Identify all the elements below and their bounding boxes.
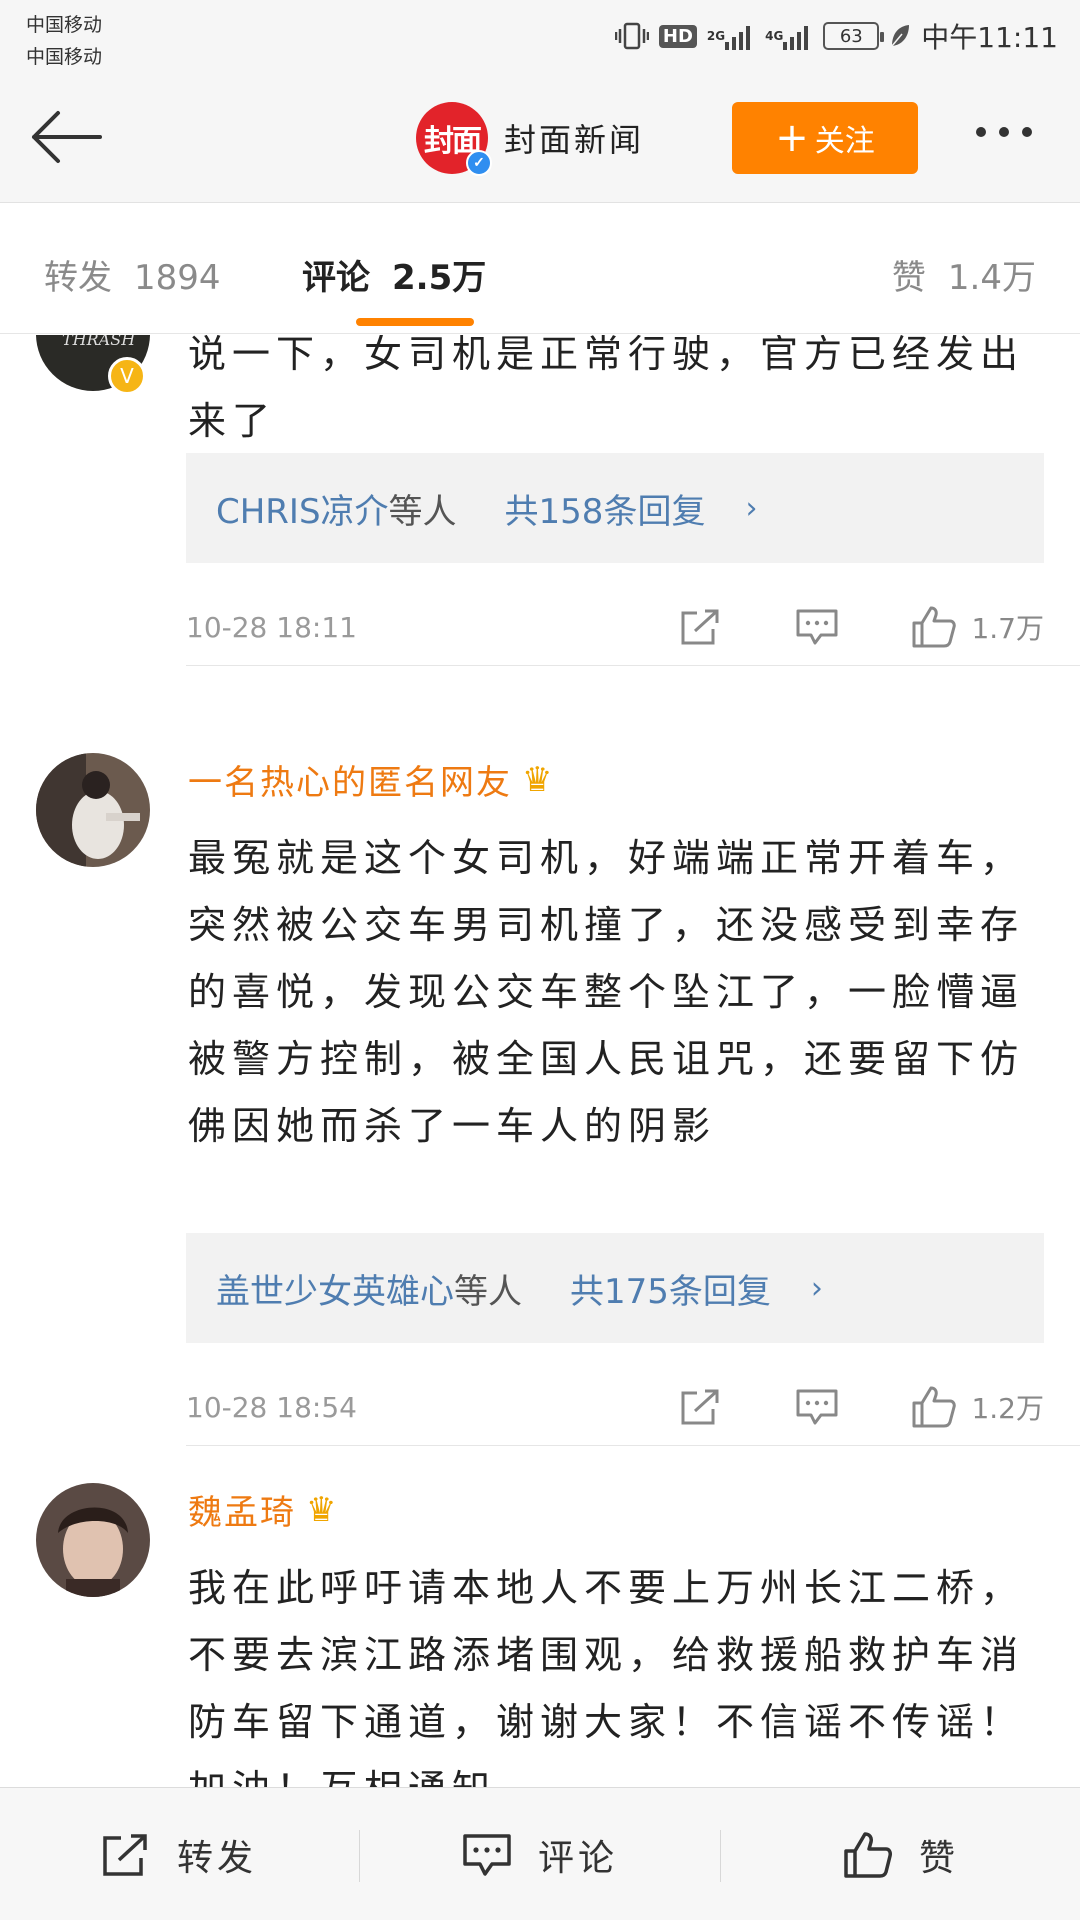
reply-suffix: 等人 — [454, 1271, 522, 1312]
leaf-icon — [889, 23, 911, 49]
reply-summary[interactable]: CHRIS凉介 等人 共158条回复 › — [186, 453, 1044, 563]
follow-button[interactable]: + 关注 — [732, 102, 918, 174]
avatar[interactable] — [36, 753, 150, 867]
username-text[interactable]: 一名热心的匿名网友 — [188, 755, 512, 804]
svg-text:THRASH: THRASH — [62, 335, 136, 349]
comment-meta: 10-28 18:54 1.2万 — [186, 1377, 1044, 1437]
reply-summary[interactable]: 盖世少女英雄心 等人 共175条回复 › — [186, 1233, 1044, 1343]
comment-username[interactable]: 魏孟琦 ♛ — [188, 1485, 338, 1534]
active-tab-indicator — [356, 318, 474, 326]
separator — [359, 1830, 360, 1882]
thumbs-up-icon — [844, 1831, 892, 1878]
verified-icon: ✓ — [466, 150, 492, 176]
comment-icon — [463, 1833, 511, 1876]
thumbs-up-icon — [912, 1386, 957, 1428]
share-icon — [103, 1833, 147, 1876]
account-logo[interactable]: 封面 ✓ — [416, 102, 492, 176]
separator — [720, 1830, 721, 1882]
top-navigation-bar: 封面 ✓ 封面新闻 + 关注 — [0, 75, 1080, 203]
tab-comments-label: 评论 — [302, 258, 370, 298]
comment-meta: 10-28 18:11 1.7万 — [186, 597, 1044, 657]
tab-likes-label: 赞 — [891, 258, 926, 298]
timestamp: 10-28 18:11 — [186, 610, 357, 644]
tab-likes-count: 1.4万 — [947, 258, 1036, 298]
more-icon[interactable] — [976, 127, 1032, 137]
network-type-2: 4G — [765, 29, 784, 43]
share-icon[interactable] — [679, 607, 723, 647]
divider — [186, 1445, 1080, 1446]
comment-label: 评论 — [537, 1837, 618, 1879]
like-button[interactable]: 赞 — [722, 1788, 1080, 1920]
comment-icon[interactable] — [795, 607, 839, 647]
hd-icon: HD — [658, 24, 697, 48]
tab-reposts[interactable]: 转发 1894 — [44, 250, 221, 299]
account-info[interactable]: 封面 ✓ 封面新闻 — [416, 102, 644, 176]
username-text[interactable]: 魏孟琦 — [188, 1485, 296, 1534]
status-bar: 中国移动 中国移动 HD 2G 4G 63 中午11:11 — [0, 0, 1080, 75]
comment-text: 我在此呼吁请本地人不要上万州长江二桥，不要去滨江路添堵围观，给救援船救护车消防车… — [188, 1566, 1025, 1787]
comment-icon[interactable] — [795, 1387, 839, 1427]
clock: 中午11:11 — [921, 21, 1058, 54]
repost-label: 转发 — [176, 1837, 257, 1879]
tab-bar: 转发 1894 评论 2.5万 赞 1.4万 — [0, 204, 1080, 334]
signal-icon-1: 2G — [707, 22, 755, 50]
battery-icon: 63 — [823, 22, 885, 50]
avatar[interactable] — [36, 1483, 150, 1597]
tab-comments[interactable]: 评论 2.5万 — [302, 250, 486, 299]
reply-total[interactable]: 共158条回复 — [505, 484, 706, 533]
crown-icon: ♛ — [306, 1489, 339, 1530]
thumbs-up-icon — [912, 606, 957, 648]
reply-users[interactable]: CHRIS凉介 — [216, 484, 389, 533]
carrier-label-2: 中国移动 — [26, 46, 103, 68]
comment-text: 最冤就是这个女司机，好端端正常开着车，突然被公交车男司机撞了，还没感受到幸存的喜… — [188, 836, 1025, 1148]
crown-icon: ♛ — [522, 759, 555, 800]
timestamp: 10-28 18:54 — [186, 1390, 357, 1424]
follow-label: 关注 — [814, 124, 875, 159]
like-label: 赞 — [918, 1837, 959, 1879]
chevron-right-icon: › — [745, 490, 758, 526]
vibrate-icon — [614, 21, 649, 51]
bottom-action-bar: 转发 评论 赞 — [0, 1787, 1080, 1920]
account-name[interactable]: 封面新闻 — [504, 115, 644, 161]
comment-button[interactable]: 评论 — [361, 1788, 719, 1920]
plus-icon: + — [775, 115, 809, 161]
like-count: 1.2万 — [971, 1392, 1044, 1425]
battery-level: 63 — [839, 25, 863, 47]
tab-reposts-count: 1894 — [134, 258, 221, 298]
back-button[interactable] — [28, 105, 104, 169]
comment-text: 说一下，女司机是正常行驶，官方已经发出来了 — [188, 335, 1025, 443]
reply-suffix: 等人 — [388, 491, 457, 532]
reply-total[interactable]: 共175条回复 — [570, 1264, 771, 1313]
reply-users[interactable]: 盖世少女英雄心 — [216, 1264, 454, 1313]
signal-icon-2: 4G — [765, 22, 813, 50]
back-arrow-icon — [32, 111, 102, 163]
repost-button[interactable]: 转发 — [0, 1788, 358, 1920]
like-count: 1.7万 — [971, 612, 1044, 645]
carrier-label-1: 中国移动 — [26, 14, 103, 36]
like-button[interactable]: 1.7万 — [911, 605, 1044, 649]
divider — [186, 665, 1080, 666]
tab-comments-count: 2.5万 — [392, 258, 487, 298]
tab-likes[interactable]: 赞 1.4万 — [892, 250, 1036, 299]
network-type-1: 2G — [706, 29, 726, 43]
comment-username[interactable]: 一名热心的匿名网友 ♛ — [188, 755, 554, 804]
chevron-right-icon: › — [810, 1270, 823, 1306]
share-icon[interactable] — [679, 1387, 723, 1427]
verified-user-icon: V — [108, 357, 146, 395]
comment-list[interactable]: THRASH V 说一下，女司机是正常行驶，官方已经发出来了 CHRIS凉介 等… — [0, 335, 1080, 1787]
tab-reposts-label: 转发 — [44, 258, 112, 298]
like-button[interactable]: 1.2万 — [911, 1385, 1044, 1429]
